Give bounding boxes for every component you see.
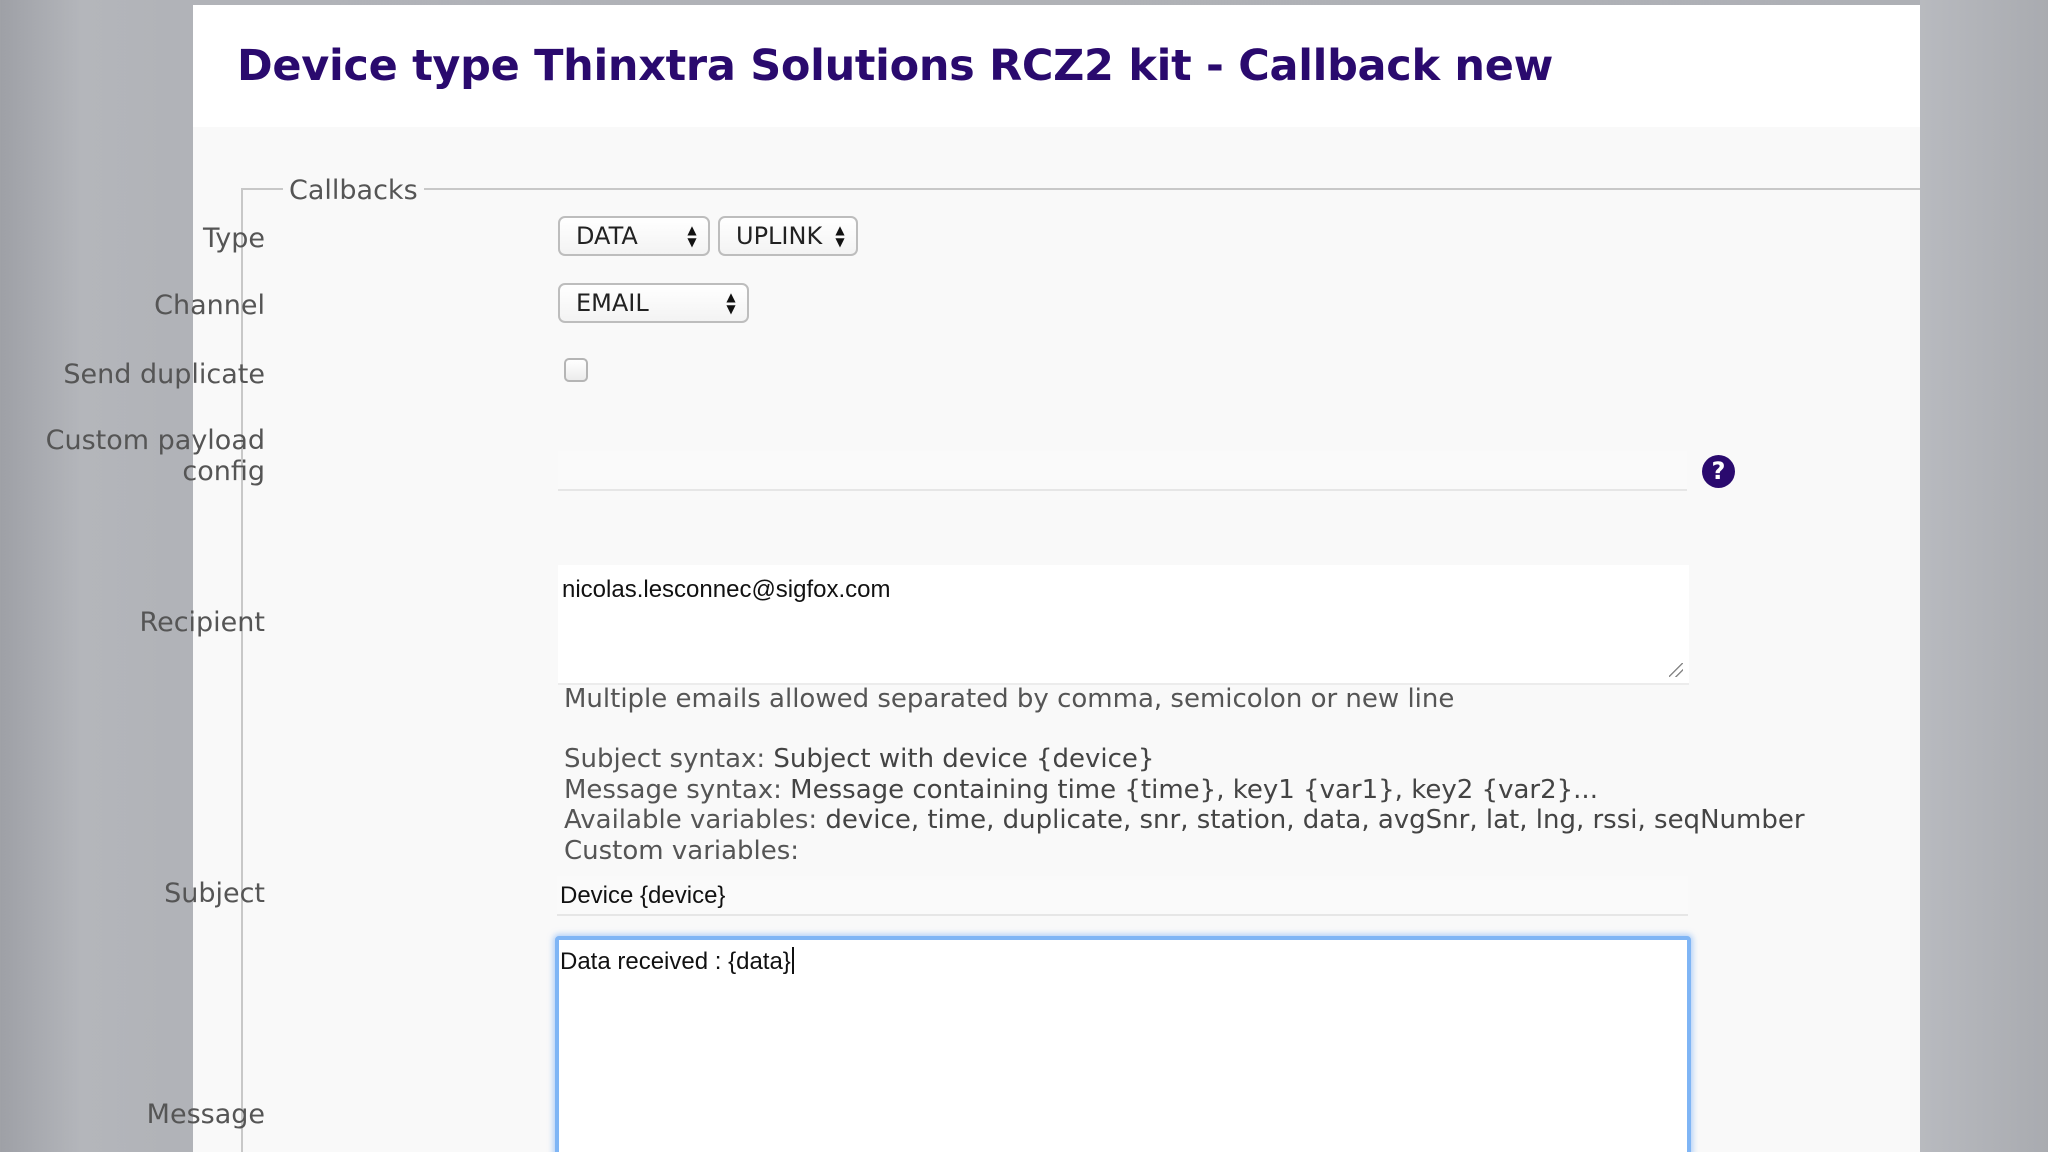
subject-input[interactable]: Device {device} bbox=[557, 876, 1688, 916]
direction-select-value: UPLINK bbox=[736, 222, 823, 250]
custom-payload-label-line1: Custom payload bbox=[45, 425, 265, 456]
text-caret bbox=[791, 947, 794, 974]
page-panel: Device type Thinxtra Solutions RCZ2 kit … bbox=[46, 5, 1920, 1152]
available-variables-prefix: Available variables: bbox=[564, 805, 826, 835]
recipient-hint: Multiple emails allowed separated by com… bbox=[564, 684, 1455, 714]
question-mark-circle-icon[interactable]: ? bbox=[1702, 455, 1735, 488]
recipient-value: nicolas.lesconnec@sigfox.com bbox=[562, 576, 891, 603]
send-duplicate-label: Send duplicate bbox=[63, 359, 265, 390]
up-down-arrows-icon: ▲ ▼ bbox=[687, 223, 697, 249]
custom-payload-input[interactable] bbox=[558, 451, 1687, 491]
message-label: Message bbox=[146, 1099, 265, 1130]
message-syntax-help: Message syntax: Message containing time … bbox=[564, 775, 1598, 806]
type-select-value: DATA bbox=[576, 222, 638, 250]
channel-select-value: EMAIL bbox=[576, 289, 649, 317]
type-select[interactable]: DATA ▲ ▼ bbox=[558, 216, 710, 256]
custom-payload-label-line2: config bbox=[182, 456, 265, 487]
recipient-label: Recipient bbox=[139, 607, 265, 638]
page-title: Device type Thinxtra Solutions RCZ2 kit … bbox=[237, 41, 1554, 91]
message-syntax-prefix: Message syntax: bbox=[564, 775, 791, 805]
send-duplicate-checkbox[interactable] bbox=[564, 358, 588, 382]
channel-label: Channel bbox=[154, 290, 265, 321]
type-label: Type bbox=[202, 223, 265, 254]
up-down-arrows-icon: ▲ ▼ bbox=[726, 290, 736, 316]
subject-syntax-prefix: Subject syntax: bbox=[564, 744, 774, 774]
background-right bbox=[1920, 0, 2048, 1152]
message-syntax-example: Message containing time {time}, key1 {va… bbox=[790, 775, 1598, 805]
custom-variables-help: Custom variables: bbox=[564, 836, 800, 866]
available-variables-list: device, time, duplicate, snr, station, d… bbox=[825, 805, 1805, 835]
callbacks-legend: Callbacks bbox=[283, 175, 424, 206]
direction-select[interactable]: UPLINK ▲ ▼ bbox=[718, 216, 858, 256]
page-header: Device type Thinxtra Solutions RCZ2 kit … bbox=[193, 5, 1920, 127]
available-variables-help: Available variables: device, time, dupli… bbox=[564, 805, 1805, 836]
subject-syntax-example: Subject with device {device} bbox=[773, 744, 1155, 774]
subject-syntax-help: Subject syntax: Subject with device {dev… bbox=[564, 744, 1154, 775]
up-down-arrows-icon: ▲ ▼ bbox=[835, 223, 845, 249]
message-textarea[interactable]: Data received : {data} bbox=[555, 936, 1691, 1152]
message-value: Data received : {data} bbox=[560, 948, 791, 975]
recipient-textarea[interactable]: nicolas.lesconnec@sigfox.com bbox=[558, 565, 1689, 685]
subject-label: Subject bbox=[164, 878, 265, 909]
resize-handle-icon[interactable] bbox=[1669, 663, 1683, 677]
channel-select[interactable]: EMAIL ▲ ▼ bbox=[558, 283, 749, 323]
